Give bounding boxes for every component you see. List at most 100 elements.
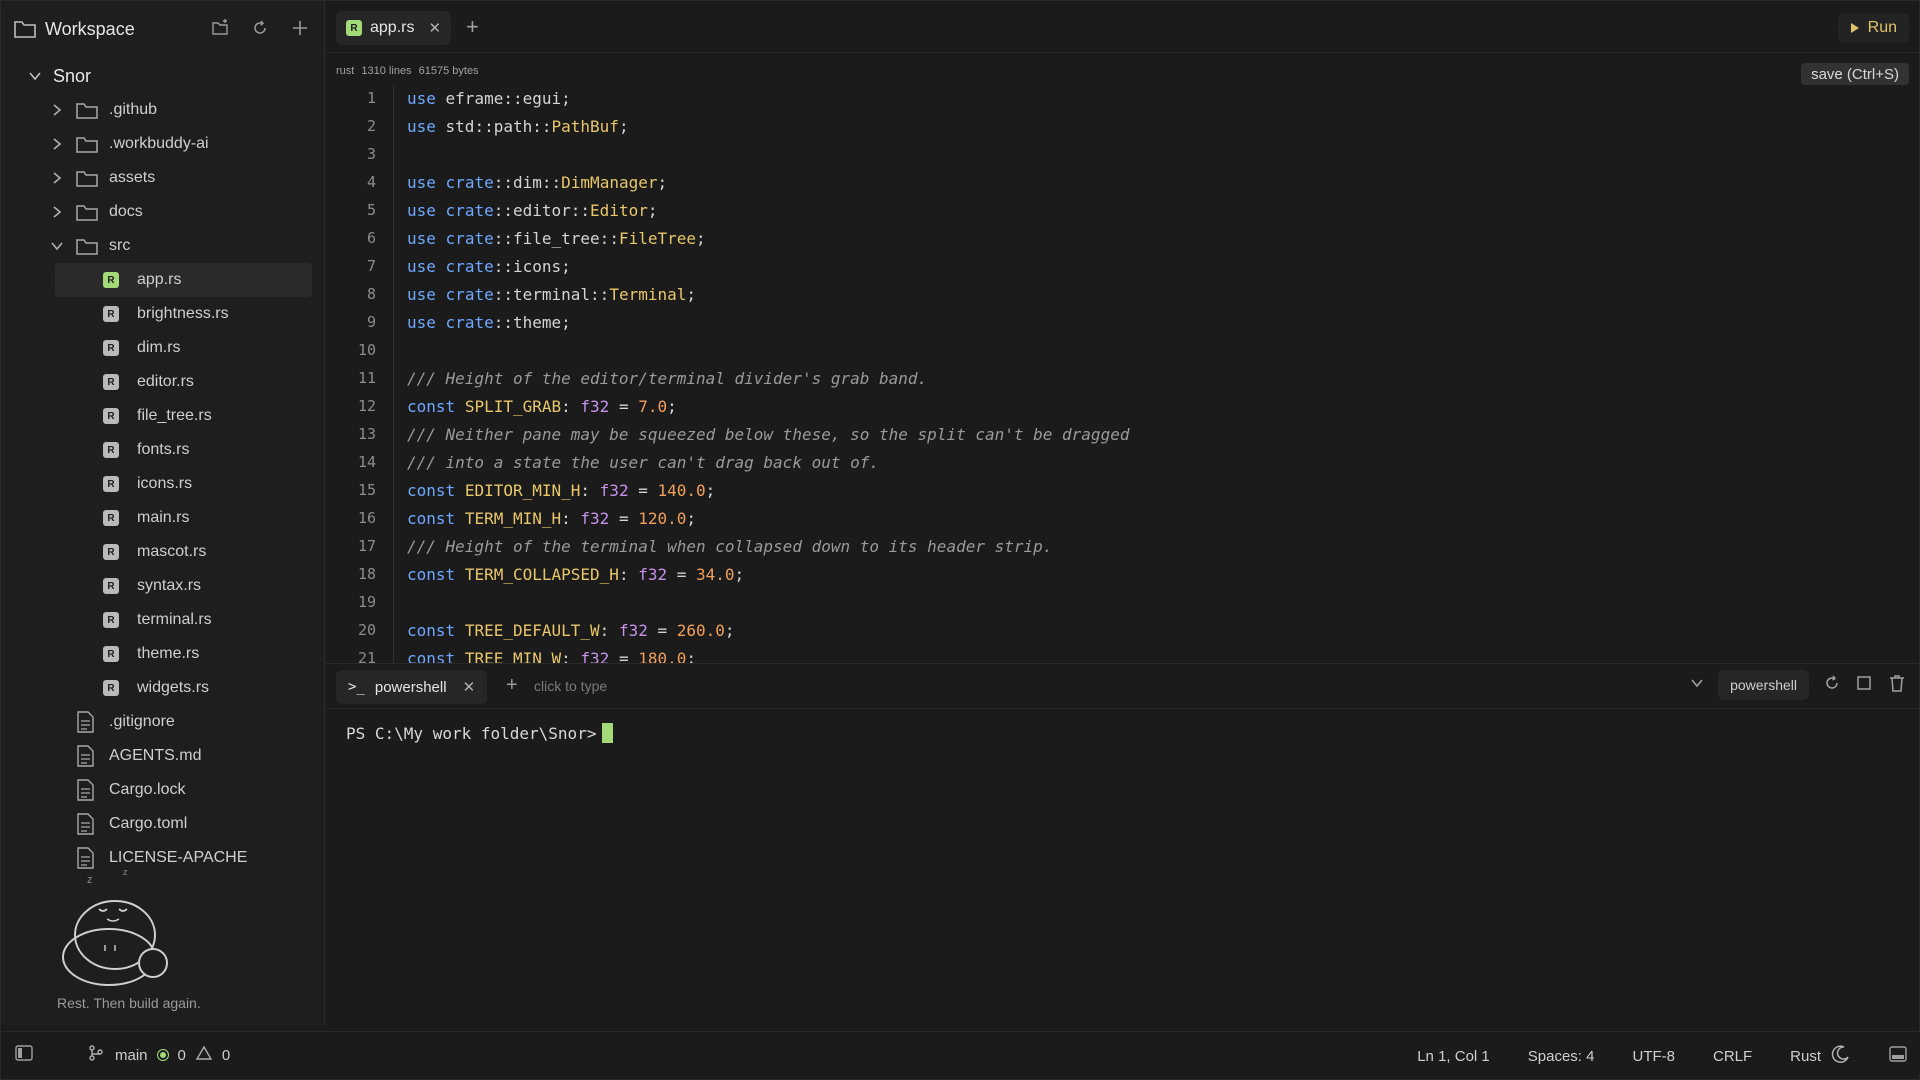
tree-folder-docs[interactable]: docs: [1, 195, 325, 229]
tree-folder-assets[interactable]: assets: [1, 161, 325, 195]
terminal-actions: powershell: [1690, 670, 1907, 700]
chevron-down-icon[interactable]: [1690, 676, 1704, 695]
line-number: 9: [366, 313, 376, 331]
tree-item-label: editor.rs: [137, 373, 194, 390]
code-text: /// into a state the user can't drag bac…: [407, 452, 880, 472]
tree-file-icons-rs[interactable]: Ricons.rs: [1, 467, 325, 501]
rust-file-icon: R: [103, 646, 119, 662]
code-text: const TERM_COLLAPSED_H: f32 = 34.0;: [407, 564, 745, 584]
tree-item-label: LICENSE-APACHE: [109, 849, 248, 866]
code-line: 5 use crate::editor::Editor;: [326, 196, 658, 224]
terminal-tab-powershell[interactable]: >_ powershell ✕: [336, 670, 488, 704]
code-line: 4 use crate::dim::DimManager;: [326, 168, 667, 196]
close-icon[interactable]: ✕: [463, 678, 476, 696]
tree-file-gitignore[interactable]: .gitignore: [1, 705, 325, 739]
tree-file-fonts-rs[interactable]: Rfonts.rs: [1, 433, 325, 467]
tree-file-app-rs[interactable]: Rapp.rs: [55, 263, 312, 297]
error-count[interactable]: 0: [178, 1047, 186, 1064]
terminal-header: >_ powershell ✕ + click to type powershe…: [326, 663, 1919, 709]
document-icon: [75, 847, 95, 869]
warning-count[interactable]: 0: [222, 1047, 230, 1064]
code-editor[interactable]: 1 use eframe::egui; 2 use std::path::PathBu…: [326, 85, 1916, 664]
git-branch-icon: [87, 1044, 105, 1066]
line-ending[interactable]: CRLF: [1713, 1048, 1752, 1065]
trash-icon[interactable]: [1887, 673, 1907, 698]
tree-file-terminal-rs[interactable]: Rterminal.rs: [1, 603, 325, 637]
project-name: Snor: [53, 65, 92, 86]
tree-file-agents-md[interactable]: AGENTS.md: [1, 739, 325, 773]
theme-moon-icon[interactable]: [1831, 1044, 1851, 1068]
tree-item-label: Cargo.toml: [109, 815, 188, 832]
tree-file-widgets-rs[interactable]: Rwidgets.rs: [1, 671, 325, 705]
new-tab-button[interactable]: +: [466, 14, 479, 40]
terminal-hint[interactable]: click to type: [534, 678, 607, 694]
tree-file-cargo-lock[interactable]: Cargo.lock: [1, 773, 325, 807]
cursor-position[interactable]: Ln 1, Col 1: [1417, 1048, 1490, 1065]
encoding[interactable]: UTF-8: [1632, 1048, 1675, 1065]
line-number: 5: [366, 201, 376, 219]
toggle-sidebar-icon[interactable]: [15, 1045, 33, 1065]
code-line: 7 use crate::icons;: [326, 252, 571, 280]
workspace-folder-icon: [14, 21, 36, 38]
tree-file-cargo-toml[interactable]: Cargo.toml: [1, 807, 325, 841]
rust-file-icon: R: [103, 578, 119, 594]
code-text: const TERM_MIN_H: f32 = 120.0;: [407, 508, 697, 528]
rust-file-icon: R: [103, 544, 119, 560]
refresh-button[interactable]: [249, 17, 271, 39]
code-text: use crate::terminal::Terminal;: [407, 284, 697, 304]
tree-folder-src[interactable]: src: [1, 229, 325, 263]
code-line: 10: [326, 336, 376, 364]
save-button[interactable]: save (Ctrl+S): [1801, 63, 1909, 85]
tree-item-label: src: [109, 237, 131, 254]
toggle-panel-icon[interactable]: [1889, 1046, 1907, 1066]
folder-icon: [75, 202, 99, 222]
code-line: 15 const EDITOR_MIN_H: f32 = 140.0;: [326, 476, 715, 504]
line-number: 11: [357, 369, 376, 387]
terminal-prompt-icon: >_: [348, 679, 365, 695]
tree-file-syntax-rs[interactable]: Rsyntax.rs: [1, 569, 325, 603]
tree-root-snor[interactable]: Snor: [1, 59, 325, 93]
rust-file-icon: R: [103, 272, 119, 288]
maximize-icon[interactable]: [1855, 674, 1873, 697]
new-folder-button[interactable]: [209, 17, 231, 39]
terminal-output[interactable]: PS C:\My work folder\Snor>: [346, 723, 614, 743]
code-text: use crate::icons;: [407, 256, 571, 276]
tree-folder-github[interactable]: .github: [1, 93, 325, 127]
indentation[interactable]: Spaces: 4: [1528, 1048, 1595, 1065]
terminal-cursor: [602, 723, 614, 743]
line-number: 16: [357, 509, 376, 527]
tree-file-mascot-rs[interactable]: Rmascot.rs: [1, 535, 325, 569]
code-line: 20 const TREE_DEFAULT_W: f32 = 260.0;: [326, 616, 735, 644]
code-line: 8 use crate::terminal::Terminal;: [326, 280, 696, 308]
tree-item-label: mascot.rs: [137, 543, 207, 560]
tree-item-label: docs: [109, 203, 143, 220]
shell-selector[interactable]: powershell: [1718, 670, 1809, 700]
run-button[interactable]: Run: [1837, 13, 1909, 43]
close-icon[interactable]: ✕: [428, 19, 441, 37]
rust-file-icon: R: [103, 510, 119, 526]
tree-item-label: brightness.rs: [137, 305, 229, 322]
app-window: Workspace Snor .github .workbuddy-ai asset…: [0, 0, 1920, 1080]
code-line: 9 use crate::theme;: [326, 308, 571, 336]
tab-app-rs[interactable]: R app.rs ✕: [336, 11, 452, 45]
status-ok-icon: [157, 1050, 168, 1060]
tree-item-label: theme.rs: [137, 645, 200, 662]
tree-file-theme-rs[interactable]: Rtheme.rs: [1, 637, 325, 671]
tree-file-editor-rs[interactable]: Reditor.rs: [1, 365, 325, 399]
line-number: 3: [366, 145, 376, 163]
tree-folder-workbuddy-ai[interactable]: .workbuddy-ai: [1, 127, 325, 161]
chevron-down-icon: [49, 238, 65, 254]
language-mode[interactable]: Rust: [1790, 1048, 1821, 1065]
tree-file-file-tree-rs[interactable]: Rfile_tree.rs: [1, 399, 325, 433]
new-terminal-button[interactable]: +: [506, 674, 518, 697]
tree-file-main-rs[interactable]: Rmain.rs: [1, 501, 325, 535]
tree-file-brightness-rs[interactable]: Rbrightness.rs: [1, 297, 325, 331]
tree-file-dim-rs[interactable]: Rdim.rs: [1, 331, 325, 365]
add-file-button[interactable]: [289, 17, 311, 39]
restart-icon[interactable]: [1823, 674, 1841, 697]
line-number: 2: [366, 117, 376, 135]
branch-name[interactable]: main: [115, 1047, 148, 1064]
code-text: const SPLIT_GRAB: f32 = 7.0;: [407, 396, 677, 416]
line-number: 17: [357, 537, 376, 555]
rust-file-icon: R: [103, 306, 119, 322]
